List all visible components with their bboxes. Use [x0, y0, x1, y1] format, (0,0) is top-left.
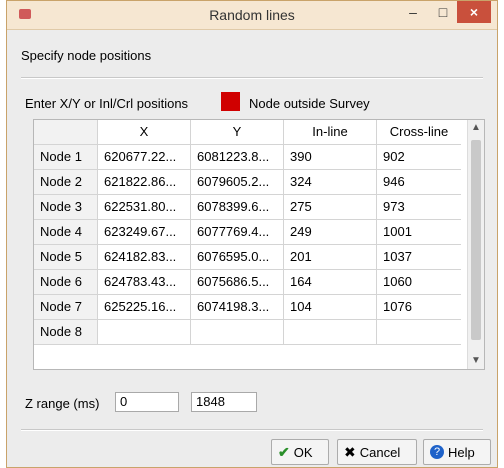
header-corner [34, 120, 98, 144]
cell-crossline[interactable]: 1060 [377, 270, 461, 294]
header-x[interactable]: X [98, 120, 191, 144]
cell-x[interactable]: 625225.16... [98, 295, 191, 319]
cell-crossline[interactable] [377, 320, 461, 344]
cell-crossline[interactable]: 902 [377, 145, 461, 169]
table-row: Node 2 621822.86... 6079605.2... 324 946 [34, 170, 461, 195]
cell-inline[interactable]: 104 [284, 295, 377, 319]
cell-x[interactable]: 624182.83... [98, 245, 191, 269]
cell-y[interactable]: 6074198.3... [191, 295, 284, 319]
cell-inline[interactable]: 201 [284, 245, 377, 269]
cell-x[interactable]: 620677.22... [98, 145, 191, 169]
row-label: Node 8 [34, 320, 98, 344]
cell-crossline[interactable]: 946 [377, 170, 461, 194]
divider [21, 429, 483, 431]
cell-crossline[interactable]: 1076 [377, 295, 461, 319]
divider [21, 77, 483, 79]
cancel-label: Cancel [359, 444, 401, 460]
header-inline[interactable]: In-line [284, 120, 377, 144]
header-y[interactable]: Y [191, 120, 284, 144]
maximize-button[interactable]: □ [429, 1, 457, 23]
help-label: Help [448, 444, 475, 460]
random-lines-dialog: Random lines – □ × Specify node position… [6, 0, 498, 468]
cell-x[interactable]: 623249.67... [98, 220, 191, 244]
cell-y[interactable]: 6081223.8... [191, 145, 284, 169]
cell-inline[interactable]: 275 [284, 195, 377, 219]
row-label: Node 5 [34, 245, 98, 269]
z-range-to-input[interactable]: 1848 [191, 392, 257, 412]
ok-label: OK [293, 444, 313, 460]
z-range-label: Z range (ms) [25, 396, 100, 411]
table-row: Node 1 620677.22... 6081223.8... 390 902 [34, 145, 461, 170]
cell-crossline[interactable]: 973 [377, 195, 461, 219]
cancel-button[interactable]: ✖ Cancel [337, 439, 417, 465]
node-table: X Y In-line Cross-line Node 1 620677.22.… [33, 119, 485, 370]
cancel-icon: ✖ [344, 443, 356, 460]
cell-x[interactable]: 622531.80... [98, 195, 191, 219]
row-label: Node 7 [34, 295, 98, 319]
cell-inline[interactable]: 324 [284, 170, 377, 194]
specify-label: Specify node positions [21, 48, 152, 63]
row-label: Node 3 [34, 195, 98, 219]
cell-x[interactable]: 621822.86... [98, 170, 191, 194]
help-button[interactable]: ? Help [423, 439, 491, 465]
enter-positions-label: Enter X/Y or Inl/Crl positions [25, 96, 189, 111]
close-button[interactable]: × [457, 1, 491, 23]
table-row: Node 3 622531.80... 6078399.6... 275 973 [34, 195, 461, 220]
cell-inline[interactable]: 390 [284, 145, 377, 169]
cell-y[interactable]: 6076595.0... [191, 245, 284, 269]
cell-inline[interactable]: 249 [284, 220, 377, 244]
header-crossline[interactable]: Cross-line [377, 120, 461, 144]
title-bar: Random lines – □ × [7, 1, 497, 30]
minimize-button[interactable]: – [399, 1, 427, 23]
table-row: Node 5 624182.83... 6076595.0... 201 103… [34, 245, 461, 270]
row-label: Node 1 [34, 145, 98, 169]
chevron-up-icon[interactable]: ▲ [468, 120, 484, 136]
row-label: Node 6 [34, 270, 98, 294]
cell-y[interactable] [191, 320, 284, 344]
table-row: Node 4 623249.67... 6077769.4... 249 100… [34, 220, 461, 245]
outside-survey-label: Node outside Survey [249, 96, 370, 111]
cell-crossline[interactable]: 1001 [377, 220, 461, 244]
table-row: Node 6 624783.43... 6075686.5... 164 106… [34, 270, 461, 295]
cell-y[interactable]: 6079605.2... [191, 170, 284, 194]
row-label: Node 2 [34, 170, 98, 194]
table-header: X Y In-line Cross-line [34, 120, 461, 145]
cell-inline[interactable]: 164 [284, 270, 377, 294]
ok-button[interactable]: ✔ OK [271, 439, 329, 465]
table-row: Node 8 [34, 320, 461, 345]
cell-y[interactable]: 6078399.6... [191, 195, 284, 219]
outside-survey-swatch [221, 92, 240, 111]
chevron-down-icon[interactable]: ▼ [468, 353, 484, 369]
cell-crossline[interactable]: 1037 [377, 245, 461, 269]
cell-inline[interactable] [284, 320, 377, 344]
table-scrollbar[interactable]: ▲ ▼ [467, 120, 484, 369]
cell-x[interactable] [98, 320, 191, 344]
table-row: Node 7 625225.16... 6074198.3... 104 107… [34, 295, 461, 320]
cell-y[interactable]: 6075686.5... [191, 270, 284, 294]
row-label: Node 4 [34, 220, 98, 244]
z-range-from-input[interactable]: 0 [115, 392, 179, 412]
checkmark-icon: ✔ [278, 443, 290, 460]
help-icon: ? [430, 445, 444, 459]
scrollbar-thumb[interactable] [471, 140, 481, 340]
cell-y[interactable]: 6077769.4... [191, 220, 284, 244]
cell-x[interactable]: 624783.43... [98, 270, 191, 294]
